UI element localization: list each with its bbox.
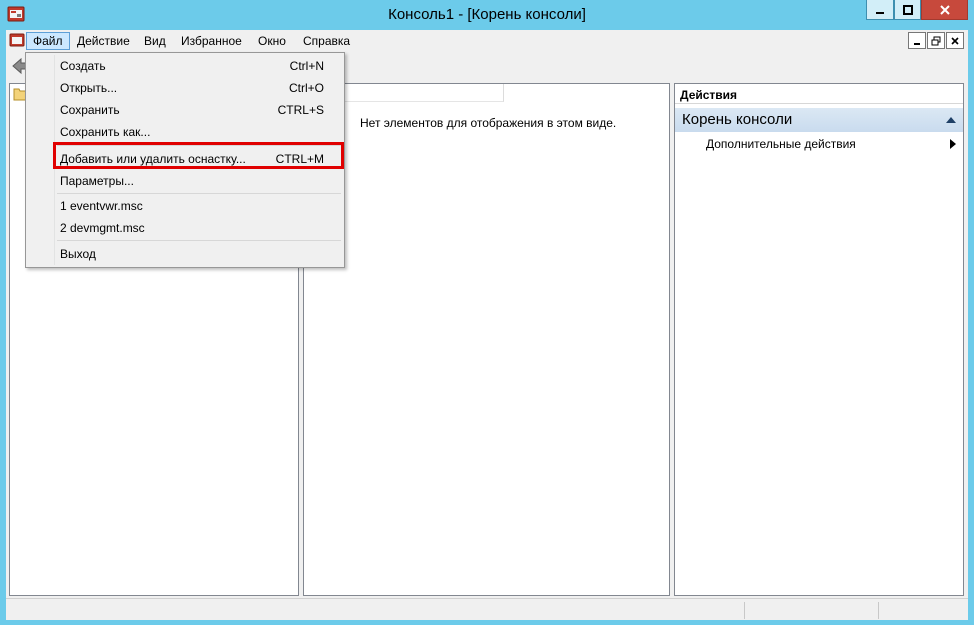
menu-item-recent-2[interactable]: 2 devmgmt.msc	[29, 217, 341, 239]
menu-file[interactable]: Файл	[26, 32, 70, 50]
maximize-button[interactable]	[894, 0, 921, 20]
document-icon[interactable]	[9, 32, 25, 48]
menu-window[interactable]: Окно	[252, 32, 292, 50]
menu-item-shortcut: Ctrl+N	[289, 59, 324, 73]
status-bar	[6, 598, 968, 620]
close-icon	[951, 36, 959, 45]
menu-item-shortcut: CTRL+S	[277, 103, 324, 117]
actions-section-console-root[interactable]: Корень консоли	[675, 108, 963, 132]
menu-item-exit[interactable]: Выход	[29, 243, 341, 265]
minimize-button[interactable]	[866, 0, 894, 20]
chevron-right-icon[interactable]	[950, 139, 956, 149]
menu-item-options[interactable]: Параметры...	[29, 170, 341, 192]
maximize-icon	[902, 4, 913, 15]
minimize-icon	[914, 42, 920, 45]
menu-item-label: 2 devmgmt.msc	[60, 221, 145, 235]
child-close-button[interactable]	[946, 32, 964, 49]
menu-item-label: Сохранить как...	[60, 125, 151, 139]
mmc-window: Консоль1 - [Корень консоли] Файл Действи…	[0, 0, 974, 625]
menu-item-label: Параметры...	[60, 174, 134, 188]
menu-item-label: Выход	[60, 247, 96, 261]
menu-item-label: Создать	[60, 59, 106, 73]
menu-bar: Файл Действие Вид Избранное Окно Справка	[6, 30, 968, 52]
menu-separator	[57, 193, 341, 194]
menu-view[interactable]: Вид	[138, 32, 172, 50]
chevron-up-icon[interactable]	[945, 116, 957, 124]
status-separator	[744, 602, 745, 619]
close-icon	[939, 4, 950, 15]
empty-view-message: Нет элементов для отображения в этом вид…	[360, 116, 617, 130]
minimize-icon	[876, 11, 884, 14]
menu-separator	[57, 240, 341, 241]
window-title: Консоль1 - [Корень консоли]	[388, 6, 586, 23]
close-button[interactable]	[921, 0, 968, 20]
menu-item-shortcut: Ctrl+O	[288, 81, 324, 95]
menu-item-save-as[interactable]: Сохранить как...	[29, 121, 341, 143]
menu-item-save[interactable]: Сохранить CTRL+S	[29, 99, 341, 121]
actions-pane: Действия Корень консоли Дополнительные д…	[674, 83, 964, 596]
child-minimize-button[interactable]	[908, 32, 926, 49]
highlight-annotation	[53, 142, 344, 169]
menu-help[interactable]: Справка	[297, 32, 356, 50]
restore-icon	[931, 36, 941, 45]
actions-section-title: Корень консоли	[682, 111, 793, 128]
menu-item-label: 1 eventvwr.msc	[60, 199, 143, 213]
title-bar[interactable]: Консоль1 - [Корень консоли]	[0, 0, 974, 30]
menu-item-label: Сохранить	[60, 103, 120, 117]
menu-item-open[interactable]: Открыть... Ctrl+O	[29, 77, 341, 99]
actions-header: Действия	[675, 84, 963, 104]
menu-item-recent-1[interactable]: 1 eventvwr.msc	[29, 195, 341, 217]
menu-item-label: Открыть...	[60, 81, 118, 95]
menu-action[interactable]: Действие	[71, 32, 136, 50]
status-separator	[878, 602, 879, 619]
more-actions-item[interactable]: Дополнительные действия	[706, 137, 856, 151]
child-restore-button[interactable]	[927, 32, 945, 49]
menu-favorites[interactable]: Избранное	[175, 32, 248, 50]
menu-item-new[interactable]: Создать Ctrl+N	[29, 55, 341, 77]
results-pane[interactable]: Нет элементов для отображения в этом вид…	[303, 83, 670, 596]
